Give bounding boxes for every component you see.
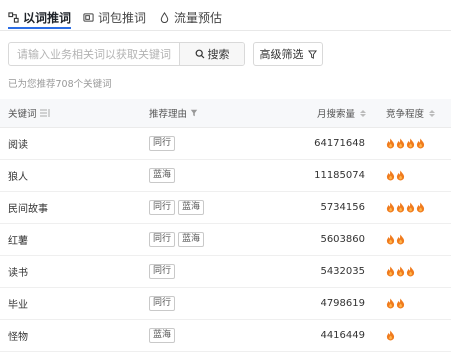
search-button[interactable]: 搜索 <box>179 43 244 65</box>
flame-icon <box>386 202 395 213</box>
table-header: 关键词 推荐理由 月搜索量 竞争程度 <box>0 99 451 128</box>
reason-cell: 同行 <box>149 128 176 159</box>
reason-tag: 同行 <box>149 264 176 279</box>
column-keyword-label: 关键词 <box>8 109 37 120</box>
flame-icon <box>416 202 425 213</box>
flame-icon <box>396 266 405 277</box>
reason-tag: 同行 <box>149 232 176 247</box>
tab-bar: 以词推词 词包推词 流量预估 <box>0 0 451 31</box>
column-competition-label: 竞争程度 <box>386 109 425 120</box>
table-row[interactable]: 红薯 同行 蓝海 5603860 <box>0 224 451 256</box>
flame-icon <box>416 138 425 149</box>
volume-cell: 4416449 <box>320 330 365 341</box>
volume-cell: 11185074 <box>314 170 365 181</box>
flame-icon <box>396 138 405 149</box>
volume-cell: 5734156 <box>320 202 365 213</box>
column-reason: 推荐理由 <box>149 99 198 127</box>
table-row[interactable]: 怪物 蓝海 4416449 <box>0 320 451 352</box>
column-reason-label: 推荐理由 <box>149 109 188 120</box>
tab-label: 流量预估 <box>174 10 223 25</box>
table-row[interactable]: 读书 同行 5432035 <box>0 256 451 288</box>
advanced-filter-button[interactable]: 高级筛选 <box>253 42 323 66</box>
keyword-cell: 读书 <box>8 268 28 279</box>
table-row[interactable]: 阅读 同行 64171648 <box>0 128 451 160</box>
flame-icon <box>386 330 395 341</box>
flame-icon <box>396 298 405 309</box>
tab-label: 词包推词 <box>98 10 147 25</box>
keyword-cell: 狼人 <box>8 172 28 183</box>
competition-cell <box>386 160 405 191</box>
keyword-cell: 阅读 <box>8 140 28 151</box>
keyword-cell: 怪物 <box>8 332 28 343</box>
competition-cell <box>386 224 405 255</box>
reason-tag: 同行 <box>149 296 176 311</box>
column-keyword: 关键词 <box>8 99 50 127</box>
flame-icon <box>406 202 415 213</box>
volume-cell: 5432035 <box>320 266 365 277</box>
volume-cell: 4798619 <box>320 298 365 309</box>
tab-keyword-to-keyword[interactable]: 以词推词 <box>8 6 72 29</box>
reason-tag: 同行 <box>149 136 176 151</box>
table-row[interactable]: 民间故事 同行 蓝海 5734156 <box>0 192 451 224</box>
droplet-icon <box>160 11 169 23</box>
reason-cell: 同行 <box>149 288 176 319</box>
table-body: 阅读 同行 64171648 狼人 蓝海 11185074 民间故事 同行 蓝海 5734156 红… <box>0 128 451 352</box>
tab-package-keywords[interactable]: 词包推词 <box>83 6 146 28</box>
competition-cell <box>386 320 395 351</box>
sort-icon[interactable] <box>360 109 367 117</box>
search-input[interactable] <box>9 43 179 65</box>
reason-cell: 蓝海 <box>149 160 176 191</box>
reason-cell: 同行 <box>149 256 176 287</box>
flame-icon <box>386 266 395 277</box>
flame-icon <box>386 298 395 309</box>
search-box: 搜索 <box>8 42 245 66</box>
keyword-cell: 民间故事 <box>8 204 48 215</box>
flame-icon <box>396 202 405 213</box>
competition-cell <box>386 288 405 319</box>
search-button-label: 搜索 <box>207 48 230 61</box>
competition-cell <box>386 256 415 287</box>
search-icon <box>195 49 204 59</box>
flame-icon <box>386 234 395 245</box>
advanced-filter-label: 高级筛选 <box>259 48 304 61</box>
reason-cell: 蓝海 <box>149 320 176 351</box>
reason-cell: 同行 蓝海 <box>149 192 205 223</box>
column-volume[interactable]: 月搜索量 <box>317 99 367 127</box>
flame-icon <box>406 266 415 277</box>
table-row[interactable]: 毕业 同行 4798619 <box>0 288 451 320</box>
list-sort-icon[interactable] <box>39 109 50 117</box>
sort-icon[interactable] <box>429 109 436 117</box>
flame-icon <box>386 170 395 181</box>
reason-tag: 蓝海 <box>149 328 176 343</box>
keyword-cell: 红薯 <box>8 236 28 247</box>
volume-cell: 64171648 <box>314 138 365 149</box>
flame-icon <box>396 170 405 181</box>
keyword-cell: 毕业 <box>8 300 28 311</box>
volume-cell: 5603860 <box>320 234 365 245</box>
recommendation-count: 已为您推荐708个关键词 <box>8 79 112 90</box>
competition-cell <box>386 128 425 159</box>
flame-icon <box>406 138 415 149</box>
reason-tag: 同行 <box>149 200 176 215</box>
reason-tag: 蓝海 <box>178 200 205 215</box>
active-tab-indicator <box>8 27 72 29</box>
column-volume-label: 月搜索量 <box>317 109 356 120</box>
filter-icon <box>307 49 317 59</box>
filter-icon[interactable] <box>190 109 198 117</box>
column-competition[interactable]: 竞争程度 <box>386 99 436 127</box>
reason-tag: 蓝海 <box>149 168 176 183</box>
flame-icon <box>396 234 405 245</box>
tab-traffic-estimate[interactable]: 流量预估 <box>159 6 222 28</box>
keyword-icon <box>8 11 19 23</box>
competition-cell <box>386 192 425 223</box>
reason-tag: 蓝海 <box>178 232 205 247</box>
reason-cell: 同行 蓝海 <box>149 224 205 255</box>
package-icon <box>83 12 94 22</box>
table-row[interactable]: 狼人 蓝海 11185074 <box>0 160 451 192</box>
keyword-table: 关键词 推荐理由 月搜索量 竞争程度 阅读 同行 64171648 狼人 蓝海 11185… <box>0 99 451 352</box>
flame-icon <box>386 138 395 149</box>
tab-label: 以词推词 <box>23 10 72 25</box>
